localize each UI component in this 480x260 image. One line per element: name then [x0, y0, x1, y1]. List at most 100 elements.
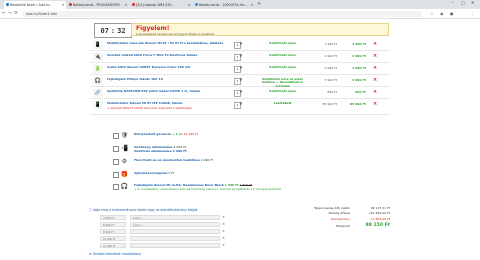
coupon-row: 8 990 Ft × — [100, 229, 226, 235]
coupon-code-input[interactable] — [130, 236, 220, 241]
product-thumbnail[interactable]: 📱 — [93, 41, 103, 49]
close-tab-icon[interactable]: × — [251, 3, 254, 7]
cart-row: 🔗 Védőfólia NATACOM ESP patch kábel CAT5… — [90, 88, 390, 99]
remove-coupon-icon[interactable]: × — [222, 222, 225, 226]
remove-coupon-icon[interactable]: × — [222, 229, 225, 233]
quantity-stepper[interactable]: ▲ ▼ — [240, 53, 242, 59]
service-title[interactable]: Ajándékcsomagolás — [134, 171, 168, 175]
service-option: ⚙ Flexi tiszti és az okostelefon beállít… — [113, 158, 373, 170]
add-more-text[interactable]: További termékek hozzáadása — [93, 252, 141, 256]
tab-alaplap[interactable]: [5/4] alaplap AM4 ATX... × — [130, 1, 192, 9]
star-icon[interactable]: ☆ — [430, 11, 434, 16]
quantity-stepper[interactable]: ▲ ▼ — [240, 65, 242, 71]
summary-value: -13 500,00 Ft — [369, 217, 390, 221]
product-thumbnail[interactable]: 🔋 — [93, 65, 103, 73]
service-price: 0 Ft — [168, 171, 175, 175]
alert-text: a termékeket hamarosan el fogjuk fizetni… — [136, 32, 216, 36]
service-checkbox[interactable] — [113, 172, 119, 178]
summary-label: Kedvezmény — [330, 217, 350, 221]
tab-hosting[interactable]: Baktay.cards - 1000GTKs Ho... × — [193, 1, 255, 9]
cart-row: 📱 Mobiltelefon Xiaomi Mi 9T LTE 128GB, f… — [90, 100, 390, 115]
product-name[interactable]: Mobiltelefon Case-lab Xiaomi Mi 9T / Mi … — [107, 41, 227, 45]
remove-item-icon[interactable]: × — [373, 65, 377, 71]
coupon-code-input[interactable]: Cupon — [130, 222, 220, 227]
tab-title: Baktay.cards - 1000GTKs Ho... — [199, 3, 247, 7]
coupon-code-input[interactable] — [130, 243, 220, 248]
remove-coupon-icon[interactable]: × — [222, 236, 225, 240]
summary-label: Összeg ÁFával — [328, 211, 350, 215]
service-extra[interactable]: Védőfólia alkalmazása 2 990 Ft — [134, 149, 187, 153]
favicon-icon — [5, 3, 9, 6]
summary-row: Összeg ÁFával 101 650,00 Ft — [300, 211, 390, 216]
gift-icon: 🎁 — [120, 171, 129, 178]
availability: Szállítható kész az alzás boltban — Kisz… — [261, 77, 304, 88]
close-tab-icon[interactable]: × — [125, 3, 128, 7]
product-name[interactable]: Autós töltő Xiaomi AUKEY Dynamic Pulse 1… — [107, 65, 227, 69]
quantity-stepper[interactable]: ▲ ▼ — [240, 41, 242, 47]
product-name[interactable]: Vezeték nélküli töltő Force F Mini Fx/te… — [107, 53, 227, 57]
coupon-row: 4 990 Ft Cupon × — [100, 215, 226, 221]
tab-prohardver[interactable]: Baktay.cards - PROHARDVER! × — [67, 1, 129, 9]
grand-total: 88 150 Ft — [365, 223, 390, 228]
unit-price: 2 990 Ft — [324, 54, 337, 58]
remove-coupon-icon[interactable]: × — [222, 243, 225, 247]
product-thumbnail[interactable]: 🔗 — [93, 89, 103, 97]
warning-alert: Figyelem! a termékeket hamarosan el fogj… — [131, 23, 389, 36]
summary-label: Fizetendő — [335, 224, 350, 228]
coupon-amount: 10 990 Ft — [100, 236, 126, 241]
tab-alza-cart[interactable]: Bevásárló kosár | Alza.hu × — [4, 1, 66, 9]
coupon-link-text[interactable]: Adja meg a kedvezményes kódot vagy az aj… — [93, 208, 197, 212]
menu-icon[interactable]: ⋮ — [470, 11, 474, 16]
product-name[interactable]: Védőfólia NATACOM ESP patch kábel CAT5E … — [107, 89, 227, 93]
reload-icon[interactable]: ⟳ — [14, 11, 18, 16]
service-title[interactable]: Flexi tiszti és az okostelefon beállítás… — [134, 158, 200, 162]
window-close-button[interactable]: ✕ — [471, 0, 474, 5]
service-checkbox[interactable] — [113, 159, 119, 165]
new-tab-button[interactable]: + — [257, 1, 261, 7]
unit-price: 3 990 Ft — [324, 78, 337, 82]
service-title[interactable]: Kiterjesztett garancia — [134, 132, 171, 136]
close-tab-icon[interactable]: × — [188, 3, 191, 7]
quantity-stepper[interactable]: ▲ ▼ — [240, 77, 242, 83]
remove-item-icon[interactable]: × — [373, 77, 377, 83]
tab-title: [5/4] alaplap AM4 ATX... — [136, 3, 175, 7]
url-input[interactable]: alza.hu/Order1.htm — [22, 10, 422, 17]
coupon-link[interactable]: ⓘ Adja meg a kedvezményes kódot vagy az … — [89, 207, 198, 212]
remove-coupon-icon[interactable]: × — [222, 215, 225, 219]
gear-icon: ⚙ — [121, 158, 128, 165]
add-more-link[interactable]: ⊕ További termékek hozzáadása — [89, 252, 141, 256]
product-name[interactable]: Mobiltelefon Xiaomi Mi 9T LTE 128GB, fek… — [107, 101, 227, 105]
quantity-stepper[interactable]: ▲ ▼ — [240, 101, 242, 107]
service-checkbox[interactable] — [113, 133, 119, 139]
favicon-icon — [131, 3, 135, 6]
phone-screen-icon: 📲 — [120, 145, 129, 152]
alert-title: Figyelem! — [136, 25, 170, 32]
remove-item-icon[interactable]: × — [373, 41, 377, 47]
product-thumbnail[interactable]: 📱 — [93, 101, 103, 109]
service-option: 🛡 Kiterjesztett garancia + 1 év 12 590 F… — [113, 132, 373, 144]
service-checkbox[interactable] — [113, 146, 119, 152]
line-total: 85 990 Ft — [349, 102, 366, 106]
remove-item-icon[interactable]: × — [373, 53, 377, 59]
product-name[interactable]: Fejhallgató Philips fekete TAU 10 — [107, 77, 227, 81]
close-tab-icon[interactable]: × — [62, 3, 65, 7]
summary-label: Teljes összeg ÁFA nélkül — [314, 206, 350, 210]
extension-icon[interactable]: ◉ — [440, 11, 444, 16]
minimize-button[interactable]: – — [452, 0, 454, 5]
favicon-icon — [68, 3, 72, 6]
remove-item-icon[interactable]: × — [373, 101, 377, 107]
quantity-stepper[interactable]: ▲ ▼ — [240, 89, 242, 95]
forward-icon[interactable]: → — [8, 11, 12, 16]
unit-price: 1 690 Ft — [324, 66, 337, 70]
back-icon[interactable]: ← — [2, 11, 6, 16]
service-checkbox[interactable] — [113, 184, 119, 190]
maximize-button[interactable]: □ — [461, 0, 465, 5]
profile-icon[interactable]: ● — [450, 11, 454, 16]
product-thumbnail[interactable]: 🎧 — [93, 77, 103, 85]
product-thumbnail[interactable]: 🔌 — [93, 53, 103, 61]
coupon-code-input[interactable] — [130, 229, 220, 234]
cart-row: 🔌 Vezeték nélküli töltő Force F Mini Fx/… — [90, 52, 390, 63]
availability: Szállítható kész — [269, 41, 296, 45]
remove-item-icon[interactable]: × — [373, 89, 377, 95]
coupon-code-input[interactable]: Cupon — [130, 215, 220, 220]
